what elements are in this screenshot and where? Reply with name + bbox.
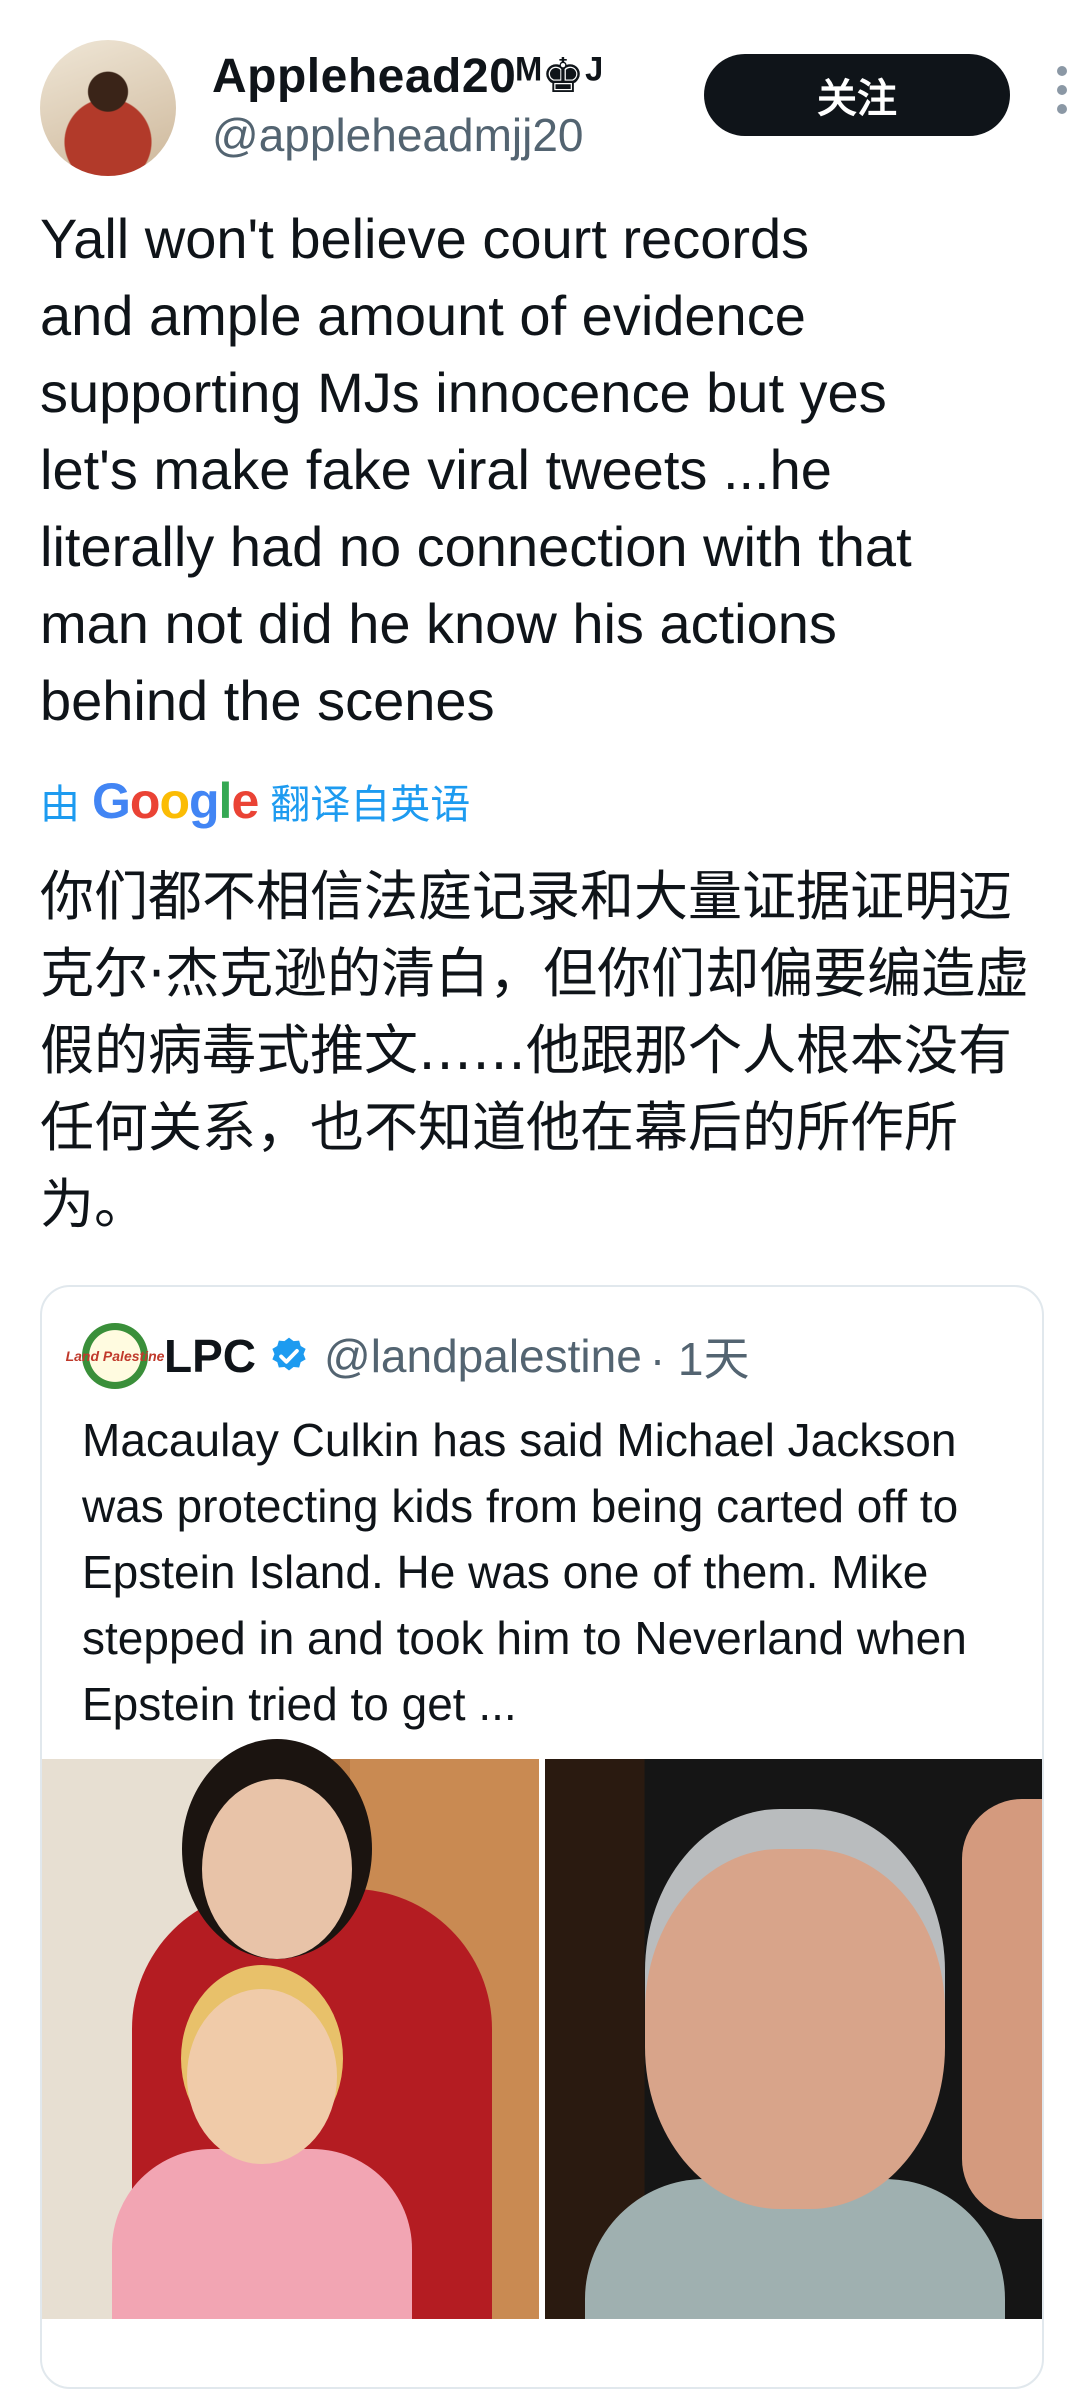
quoted-tweet-time: · 1天 [649, 1333, 750, 1385]
quoted-tweet-header: Land Palestine LPC @landpalestine · 1天 [66, 1323, 750, 1389]
quoted-tweet-card[interactable]: Land Palestine LPC @landpalestine · 1天 M… [40, 1285, 1044, 2389]
google-logo-icon: Google [92, 773, 259, 829]
quoted-author-handle[interactable]: @landpalestine [324, 1329, 642, 1383]
translation-suffix: 翻译自英语 [270, 782, 471, 828]
author-names[interactable]: Applehead20ᴹ♚ᴶ @appleheadmjj20 [212, 48, 603, 162]
verified-badge-icon [272, 1337, 306, 1371]
translation-attribution[interactable]: 由 Google 翻译自英语 [40, 772, 470, 830]
quoted-author-avatar[interactable]: Land Palestine [66, 1323, 164, 1389]
follow-button[interactable]: 关注 [704, 54, 1010, 136]
quoted-tweet-media[interactable] [42, 1759, 1042, 2319]
translation-prefix: 由 [40, 782, 80, 828]
author-handle[interactable]: @appleheadmjj20 [212, 108, 603, 162]
translated-text: 你们都不相信法庭记录和大量证据证明迈克尔·杰克逊的清白，但你们却偏要编造虚假的病… [40, 865, 1030, 1236]
tweet-header: Applehead20ᴹ♚ᴶ @appleheadmjj20 关注 [40, 40, 1080, 180]
author-display-name[interactable]: Applehead20ᴹ♚ᴶ [212, 48, 603, 104]
media-photo-right[interactable] [545, 1759, 1042, 2319]
media-photo-left[interactable] [42, 1759, 539, 2319]
author-avatar[interactable] [40, 40, 176, 176]
quoted-author-name[interactable]: LPC [164, 1329, 256, 1383]
tweet-text: Yall won't believe court records and amp… [40, 207, 912, 732]
quoted-tweet-text: Macaulay Culkin has said Michael Jackson… [82, 1414, 967, 1730]
more-options-icon[interactable] [1050, 66, 1074, 126]
